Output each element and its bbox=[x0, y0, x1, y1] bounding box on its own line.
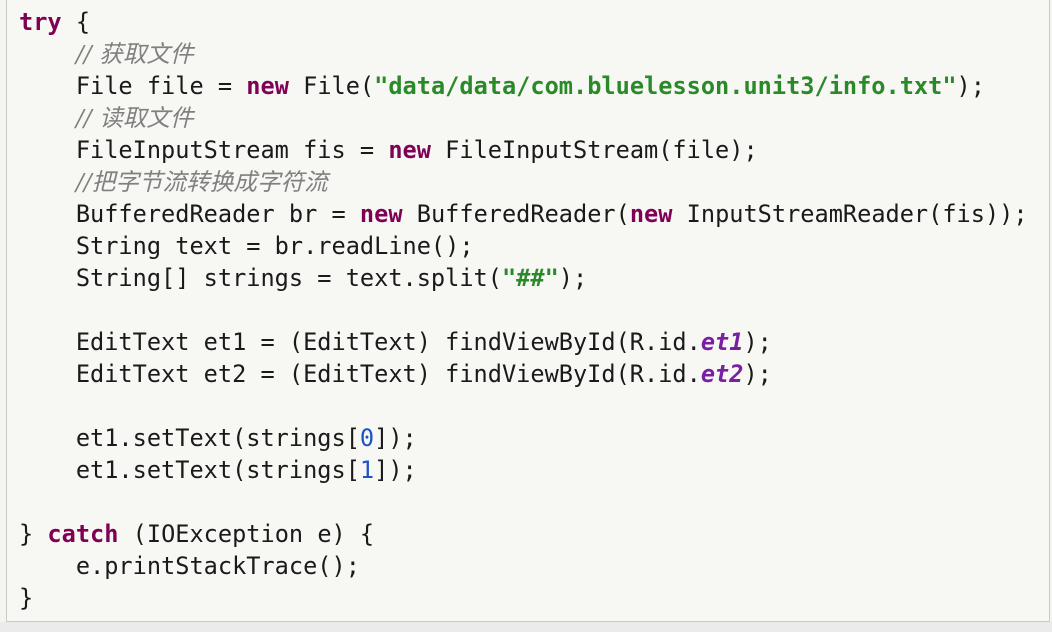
code-line: } catch (IOException e) { bbox=[19, 518, 1028, 550]
code-text: ); bbox=[956, 72, 985, 100]
code-line: // 获取文件 bbox=[19, 38, 1028, 70]
code-line: BufferedReader br = new BufferedReader(n… bbox=[19, 198, 1028, 230]
code-text: String[] strings = text.split( bbox=[19, 264, 502, 292]
code-text: e.printStackTrace(); bbox=[19, 552, 360, 580]
code-text: FileInputStream fis = bbox=[19, 136, 389, 164]
code-text: BufferedReader( bbox=[402, 200, 630, 228]
code-text: String text = br.readLine(); bbox=[19, 232, 474, 260]
keyword: catch bbox=[47, 520, 119, 548]
code-line: EditText et1 = (EditText) findViewById(R… bbox=[19, 326, 1028, 358]
code-line: //把字节流转换成字符流 bbox=[19, 166, 1028, 198]
code-line: FileInputStream fis = new FileInputStrea… bbox=[19, 134, 1028, 166]
keyword: new bbox=[246, 72, 289, 100]
code-text: File file = bbox=[19, 72, 247, 100]
code-line: // 读取文件 bbox=[19, 102, 1028, 134]
code-line: String[] strings = text.split("##"); bbox=[19, 262, 1028, 294]
keyword: new bbox=[359, 200, 403, 228]
code-text: InputStreamReader(fis)); bbox=[672, 200, 1028, 228]
comment: //把字节流转换成字符流 bbox=[75, 168, 328, 196]
code-line: EditText et2 = (EditText) findViewById(R… bbox=[19, 358, 1028, 390]
keyword: try bbox=[19, 8, 62, 36]
bottom-strip bbox=[0, 622, 1052, 632]
code-line: } bbox=[19, 582, 1028, 614]
code-block: try { // 获取文件 File file = new File("data… bbox=[19, 6, 1028, 614]
code-line: e.printStackTrace(); bbox=[19, 550, 1028, 582]
code-text: EditText et2 = (EditText) findViewById(R… bbox=[19, 360, 701, 388]
code-line: et1.setText(strings[1]); bbox=[19, 454, 1028, 486]
code-text: BufferedReader br = bbox=[19, 200, 360, 228]
code-text: ]); bbox=[374, 456, 417, 484]
code-text: ); bbox=[743, 360, 772, 388]
code-text: (IOException e) { bbox=[118, 520, 375, 548]
number-literal: 1 bbox=[359, 456, 375, 484]
comment: // 读取文件 bbox=[75, 104, 194, 132]
code-line: String text = br.readLine(); bbox=[19, 230, 1028, 262]
code-line: File file = new File("data/data/com.blue… bbox=[19, 70, 1028, 102]
comment: // 获取文件 bbox=[75, 40, 194, 68]
code-text: } bbox=[19, 584, 34, 612]
code-line: et1.setText(strings[0]); bbox=[19, 422, 1028, 454]
field-ref: et1 bbox=[700, 328, 744, 356]
code-text: ); bbox=[558, 264, 588, 292]
code-text: { bbox=[61, 8, 91, 36]
code-line: try { bbox=[19, 6, 1028, 38]
string-literal: "data/data/com.bluelesson.unit3/info.txt… bbox=[374, 72, 957, 100]
code-text: FileInputStream(file); bbox=[430, 136, 758, 164]
code-text: et1.setText(strings[ bbox=[19, 456, 360, 484]
code-text: ); bbox=[743, 328, 772, 356]
number-literal: 0 bbox=[359, 424, 375, 452]
keyword: new bbox=[629, 200, 673, 228]
code-text: ]); bbox=[374, 424, 417, 452]
string-literal: "##" bbox=[501, 264, 559, 292]
code-text: } bbox=[19, 520, 48, 548]
code-panel: try { // 获取文件 File file = new File("data… bbox=[6, 0, 1050, 622]
code-text: et1.setText(strings[ bbox=[19, 424, 360, 452]
keyword: new bbox=[388, 136, 431, 164]
field-ref: et2 bbox=[700, 360, 744, 388]
code-text: EditText et1 = (EditText) findViewById(R… bbox=[19, 328, 701, 356]
code-text: File( bbox=[288, 72, 375, 100]
